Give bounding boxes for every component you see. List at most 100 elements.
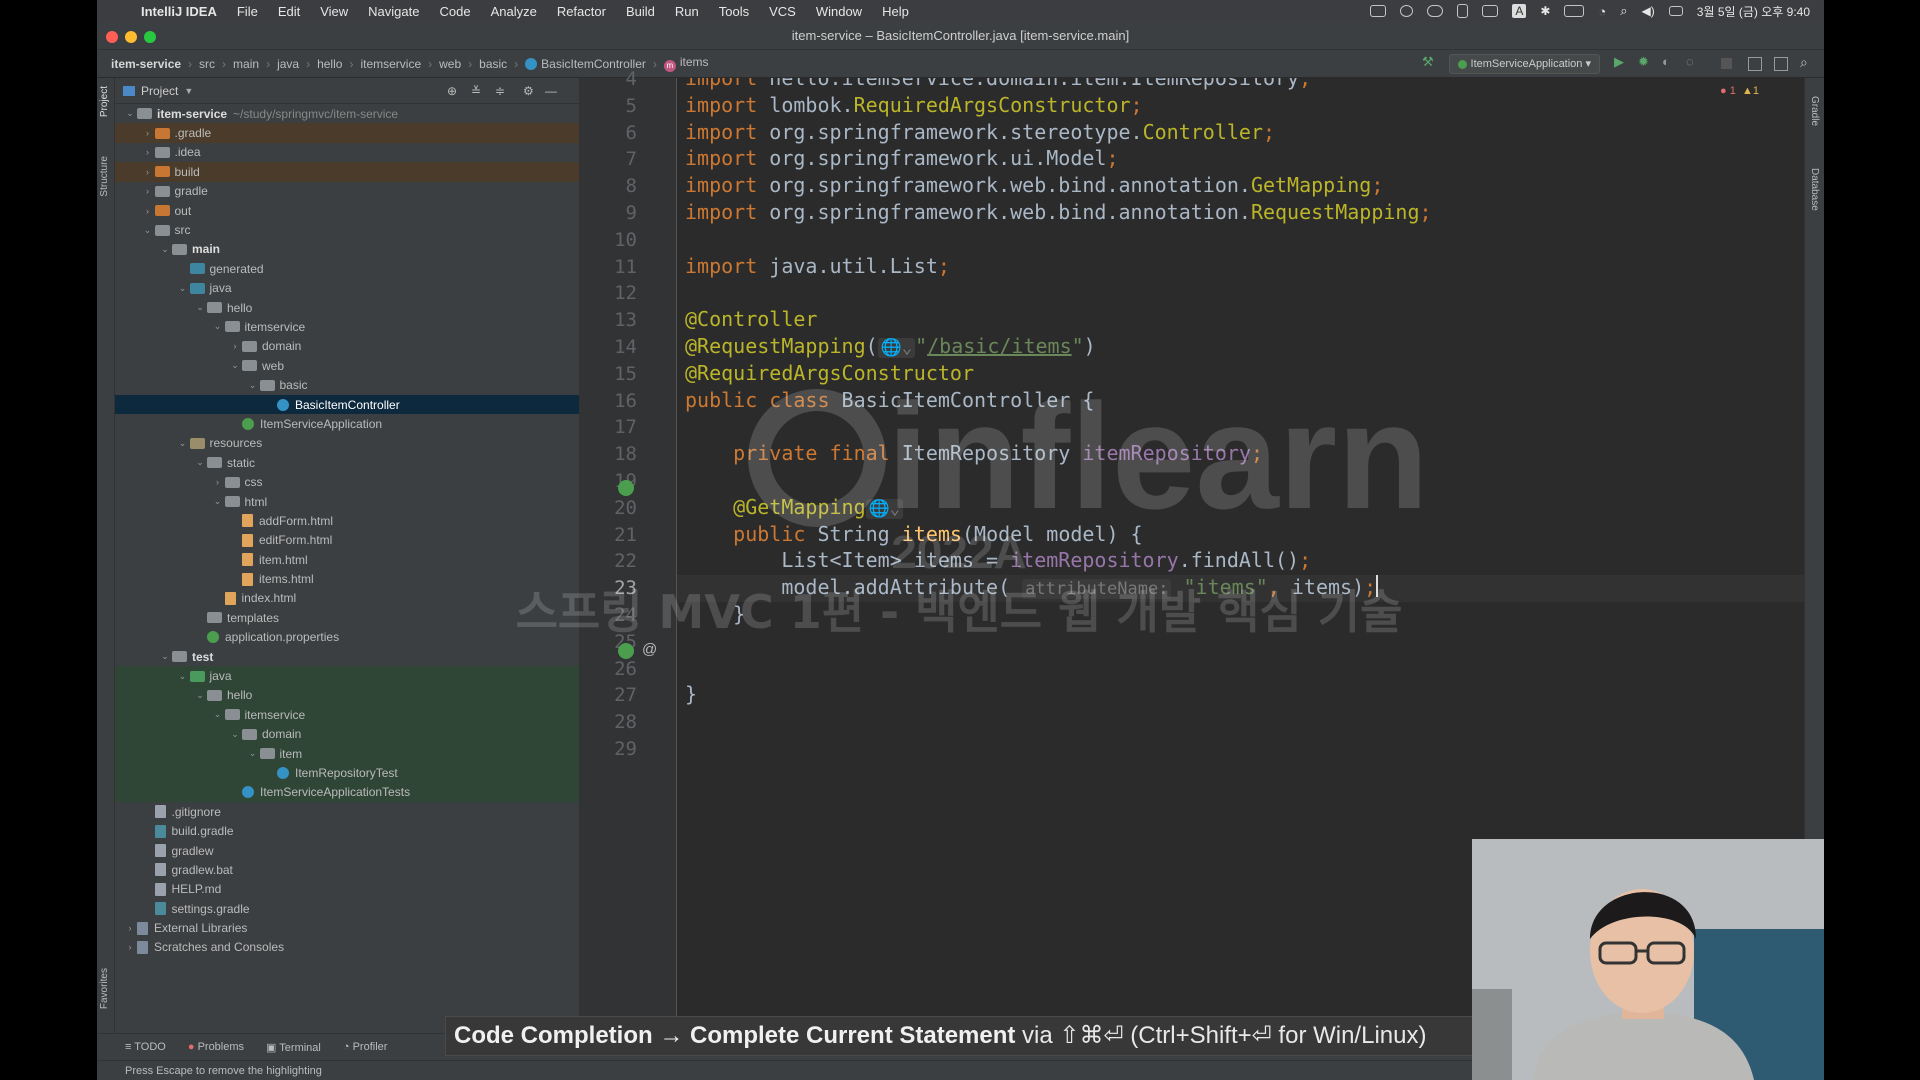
tree-item[interactable]: HELP.md <box>115 880 579 899</box>
tree-item[interactable]: ⌄ resources <box>115 434 579 453</box>
breadcrumb-item[interactable]: src <box>195 57 219 71</box>
code-line[interactable]: } <box>685 682 697 706</box>
tree-item[interactable]: build.gradle <box>115 821 579 840</box>
annotation-gutter-icon[interactable]: @ <box>642 641 657 658</box>
tree-item[interactable]: items.html <box>115 569 579 588</box>
layout-icon[interactable] <box>1482 5 1499 17</box>
tree-item[interactable]: item.html <box>115 550 579 569</box>
chevron-down-icon[interactable]: ⌄ <box>211 709 225 720</box>
maximize-window-button[interactable] <box>144 31 156 43</box>
chevron-down-icon[interactable]: ⌄ <box>158 651 172 662</box>
tree-item[interactable]: › .gradle <box>115 123 579 143</box>
chevron-down-icon[interactable]: ⌄ <box>228 729 242 740</box>
menu-file[interactable]: File <box>227 4 268 19</box>
chevron-down-icon[interactable]: ⌄ <box>228 360 242 371</box>
tree-item[interactable]: ⌄ itemservice <box>115 705 579 725</box>
code-line[interactable]: import org.springframework.stereotype.Co… <box>685 120 1275 144</box>
chevron-down-icon[interactable]: ⌄ <box>176 283 190 294</box>
menu-build[interactable]: Build <box>616 4 665 19</box>
tree-item[interactable]: ItemServiceApplication <box>115 414 579 433</box>
vpn-icon[interactable] <box>1400 5 1414 17</box>
wifi-icon[interactable]: ◔ <box>1598 4 1606 19</box>
tree-item[interactable]: ⌄ itemservice <box>115 317 579 336</box>
bluetooth-icon[interactable]: ✱ <box>1540 4 1550 18</box>
tree-item[interactable]: ⌄ src <box>115 220 579 239</box>
chevron-down-icon[interactable]: ⌄ <box>193 690 207 701</box>
tree-item[interactable]: application.properties <box>115 628 579 647</box>
menu-help[interactable]: Help <box>872 4 919 19</box>
menu-analyze[interactable]: Analyze <box>481 4 547 19</box>
chevron-down-icon[interactable]: ⌄ <box>176 438 190 449</box>
run-icon[interactable]: ▶ <box>1614 54 1628 69</box>
tree-item[interactable]: ⌄ domain <box>115 724 579 744</box>
chevron-down-icon[interactable]: ⌄ <box>211 496 225 507</box>
code-line[interactable]: import lombok.RequiredArgsConstructor; <box>685 93 1143 117</box>
tool-tab-problems[interactable]: ● Problems <box>188 1041 244 1053</box>
control-center-icon[interactable] <box>1668 6 1683 16</box>
favorites-tool-tab[interactable]: Favorites <box>99 968 110 1009</box>
screen-record-icon[interactable] <box>1370 5 1387 17</box>
tree-item[interactable]: index.html <box>115 589 579 608</box>
code-line[interactable]: @RequestMapping(🌐⌄ "/basic/items") <box>685 334 1096 358</box>
tree-item[interactable]: ⌄ java <box>115 279 579 298</box>
code-line[interactable]: @RequiredArgsConstructor <box>685 361 974 385</box>
tree-item[interactable]: ItemRepositoryTest <box>115 763 579 783</box>
debug-icon[interactable]: ✹ <box>1638 54 1652 69</box>
tree-item[interactable]: ⌄ hello <box>115 298 579 317</box>
project-panel-title[interactable]: Project <box>141 84 178 98</box>
tree-item[interactable]: ⌄ web <box>115 356 579 375</box>
tree-item[interactable]: › css <box>115 472 579 491</box>
code-line[interactable]: } <box>685 602 745 626</box>
menu-refactor[interactable]: Refactor <box>547 4 616 19</box>
code-line[interactable]: private final ItemRepository itemReposit… <box>685 441 1263 465</box>
gear-icon[interactable]: ⚙ <box>523 84 534 98</box>
menu-tools[interactable]: Tools <box>709 4 759 19</box>
tree-item[interactable]: › Scratches and Consoles <box>115 938 579 957</box>
hide-panel-icon[interactable]: — <box>545 84 557 98</box>
menu-code[interactable]: Code <box>429 4 480 19</box>
project-structure-icon[interactable] <box>1748 57 1762 71</box>
tool-tab-profiler[interactable]: ◔ Profiler <box>343 1041 388 1053</box>
menu-edit[interactable]: Edit <box>268 4 310 19</box>
error-count-badge[interactable]: ● 1 <box>1720 85 1736 97</box>
gradle-tool-tab[interactable]: Gradle <box>1809 96 1820 126</box>
code-line[interactable]: import org.springframework.ui.Model; <box>685 146 1119 170</box>
tree-item[interactable]: templates <box>115 608 579 627</box>
layout-icon[interactable] <box>1774 57 1788 71</box>
database-tool-tab[interactable]: Database <box>1809 168 1820 211</box>
chevron-down-icon[interactable]: ⌄ <box>176 671 190 682</box>
chevron-right-icon[interactable]: › <box>141 147 155 157</box>
menu-view[interactable]: View <box>310 4 358 19</box>
chevron-right-icon[interactable]: › <box>123 923 137 933</box>
minimize-window-button[interactable] <box>125 31 137 43</box>
breadcrumb-item[interactable]: basic <box>475 57 511 71</box>
menu-run[interactable]: Run <box>665 4 709 19</box>
tree-item[interactable]: ⌄ item <box>115 743 579 764</box>
chevron-right-icon[interactable]: › <box>141 128 155 138</box>
close-window-button[interactable] <box>106 31 118 43</box>
tree-item[interactable]: › build <box>115 162 579 182</box>
chevron-right-icon[interactable]: › <box>141 167 155 177</box>
chevron-down-icon[interactable]: ⌄ <box>141 225 155 236</box>
build-hammer-icon[interactable]: ⚒ <box>1422 54 1436 69</box>
profile-icon[interactable]: ◌ <box>1686 54 1700 69</box>
breadcrumb-item[interactable]: hello <box>313 57 346 71</box>
spring-mapping-gutter-icon[interactable] <box>618 643 634 659</box>
tree-item[interactable]: generated <box>115 259 579 278</box>
search-icon[interactable]: ⌕ <box>1620 3 1627 19</box>
chevron-right-icon[interactable]: › <box>228 341 242 351</box>
code-line[interactable]: public class BasicItemController { <box>685 388 1094 412</box>
tree-item[interactable]: ⌄ java <box>115 666 579 686</box>
coverage-icon[interactable]: ◐ <box>1662 54 1676 69</box>
project-tool-tab[interactable]: Project <box>99 86 110 117</box>
code-line[interactable]: List<Item> items = itemRepository.findAl… <box>685 548 1311 572</box>
tree-item[interactable]: ⌄ test <box>115 647 579 666</box>
tree-item[interactable]: addForm.html <box>115 511 579 530</box>
tree-item[interactable]: .gitignore <box>115 802 579 821</box>
code-line[interactable]: import java.util.List; <box>685 254 950 278</box>
expand-all-icon[interactable]: ≚ <box>471 84 481 98</box>
chevron-down-icon[interactable]: ⌄ <box>246 380 260 391</box>
structure-tool-tab[interactable]: Structure <box>99 156 110 197</box>
volume-icon[interactable]: ◀) <box>1642 4 1655 18</box>
tree-item[interactable]: ⌄ basic <box>115 375 579 394</box>
